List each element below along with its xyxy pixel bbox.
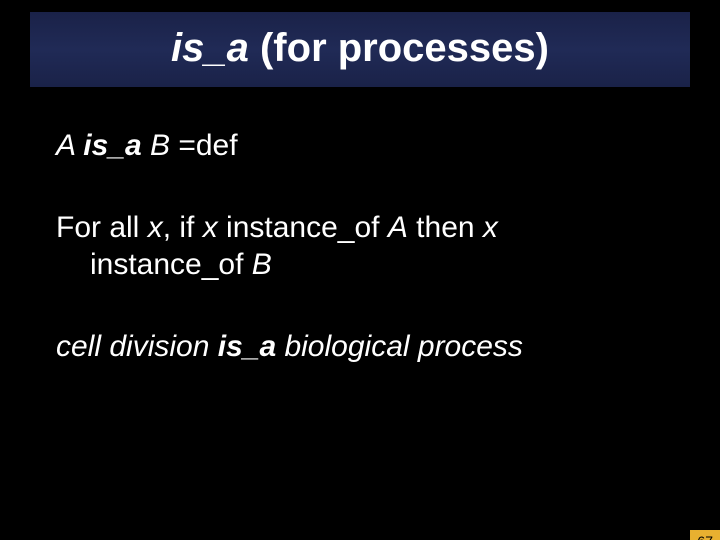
def-isa: is_a xyxy=(83,129,141,162)
forall-A: A xyxy=(388,211,408,244)
example-pre: cell division xyxy=(56,330,218,363)
example-isa: is_a xyxy=(218,330,276,363)
forall-rel1: instance_of xyxy=(218,211,388,244)
forall-pre: For all xyxy=(56,211,148,244)
definition-line: A is_a B =def xyxy=(56,127,660,165)
forall-x2: x xyxy=(203,211,218,244)
title-suffix: (for processes) xyxy=(249,26,549,70)
title-prefix: is_a xyxy=(171,26,249,70)
forall-B: B xyxy=(252,248,272,281)
title-banner: is_a (for processes) xyxy=(30,12,690,87)
slide-body: A is_a B =def For all x, if x instance_o… xyxy=(0,87,720,365)
def-A: A xyxy=(56,129,83,162)
forall-mid1: , if xyxy=(163,211,203,244)
forall-x3: x xyxy=(483,211,498,244)
forall-line2: instance_of B xyxy=(56,246,660,284)
forall-x1: x xyxy=(148,211,163,244)
example-post: biological process xyxy=(276,330,523,363)
forall-block: For all x, if x instance_of A then x ins… xyxy=(56,209,660,284)
def-B: B xyxy=(142,129,179,162)
slide-title: is_a (for processes) xyxy=(171,26,549,70)
example-line: cell division is_a biological process xyxy=(56,328,660,366)
forall-line1: For all x, if x instance_of A then x xyxy=(56,209,660,247)
page-number: 67 xyxy=(690,530,720,540)
forall-post: then xyxy=(408,211,483,244)
def-eqdef: =def xyxy=(178,129,237,162)
forall-rel2: instance_of xyxy=(90,248,252,281)
